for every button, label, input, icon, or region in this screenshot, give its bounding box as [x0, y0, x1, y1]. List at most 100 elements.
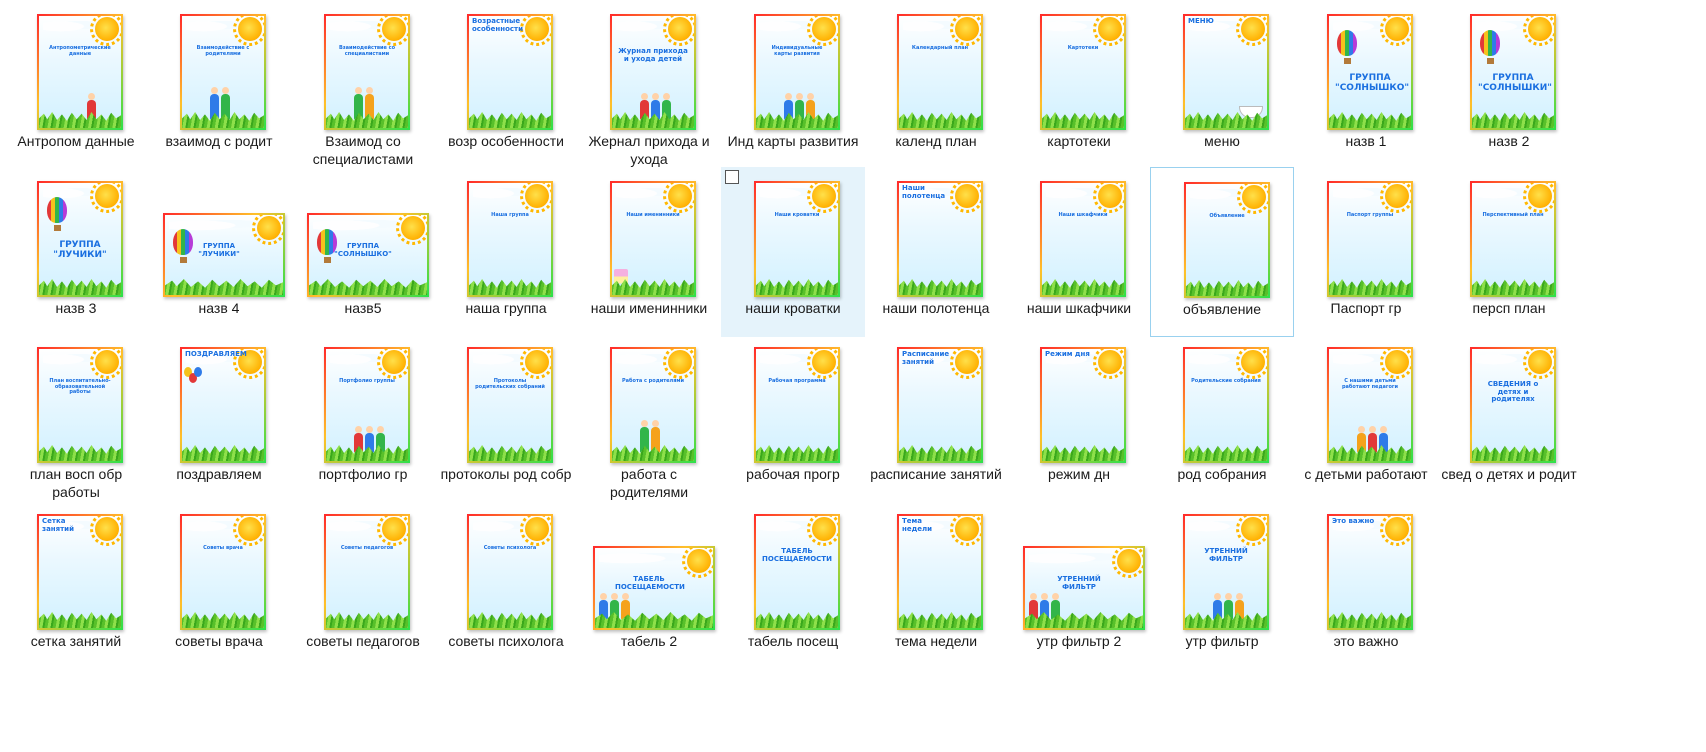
file-item[interactable]: План воспитательно-образовательной работ… [4, 333, 148, 503]
file-name-label[interactable]: советы педагогов [295, 632, 431, 650]
file-name-label[interactable]: Жернал прихода и ухода [581, 132, 717, 168]
file-name-label[interactable]: работа с родителями [581, 465, 717, 501]
file-item[interactable]: ПОЗДРАВЛЯЕМ поздравляем [147, 333, 291, 503]
file-name-label[interactable]: портфолио гр [295, 465, 431, 483]
file-item[interactable]: Паспорт группы Паспорт гр [1294, 167, 1438, 337]
file-name-label[interactable]: Антропом данные [8, 132, 144, 150]
file-name-label[interactable]: поздравляем [151, 465, 287, 483]
file-item[interactable]: Наша группа наша группа [434, 167, 578, 337]
file-item[interactable]: Протоколы родительских собраний протоколы… [434, 333, 578, 503]
file-name-label[interactable]: свед о детях и родит [1441, 465, 1577, 483]
file-name-label[interactable]: объявление [1155, 300, 1289, 318]
file-name-label[interactable]: наша группа [438, 299, 574, 317]
file-item[interactable]: ТАБЕЛЬ ПОСЕЩАЕМОСТИ табель посещ [721, 500, 865, 670]
file-name-label[interactable]: советы врача [151, 632, 287, 650]
file-name-label[interactable]: Инд карты развития [725, 132, 861, 150]
file-name-label[interactable]: расписание занятий [868, 465, 1004, 483]
thumbnail-title: С нашими детьми работают педагоги [1341, 378, 1399, 390]
grass-decoration [1042, 279, 1124, 295]
file-name-label[interactable]: советы психолога [438, 632, 574, 650]
file-name-label[interactable]: род собрания [1154, 465, 1290, 483]
file-name-label[interactable]: персп план [1441, 299, 1577, 317]
file-item[interactable]: Антропометрические данные Антропом данные [4, 0, 148, 170]
file-item[interactable]: Картотеки картотеки [1007, 0, 1151, 170]
file-name-label[interactable]: табель посещ [725, 632, 861, 650]
file-name-label[interactable]: с детьми работают [1298, 465, 1434, 483]
file-item[interactable]: ГРУППА "ЛУЧИКИ" назв 4 [147, 167, 291, 337]
file-item[interactable]: Наши шкафчики наши шкафчики [1007, 167, 1151, 337]
file-name-label[interactable]: рабочая прогр [725, 465, 861, 483]
file-item[interactable]: УТРЕННИЙ ФИЛЬТР утр фильтр 2 [1007, 500, 1151, 670]
file-name-label[interactable]: назв5 [295, 299, 431, 317]
file-name-label[interactable]: Взаимод со специалистами [295, 132, 431, 168]
file-item[interactable]: Советы врача советы врача [147, 500, 291, 670]
file-name-label[interactable]: назв 4 [151, 299, 287, 317]
file-item[interactable]: Работа с родителями работа с родителями [577, 333, 721, 503]
file-thumbnail: Наши именинники [610, 181, 696, 297]
file-name-label[interactable]: наши кроватки [725, 299, 861, 317]
select-checkbox[interactable] [725, 170, 739, 184]
file-item[interactable]: ГРУППА "ЛУЧИКИ" назв 3 [4, 167, 148, 337]
file-item[interactable]: ГРУППА "СОЛНЫШКИ" назв 2 [1437, 0, 1581, 170]
file-item[interactable]: Режим дня режим дн [1007, 333, 1151, 503]
file-item[interactable]: Родительские собрания род собрания [1150, 333, 1294, 503]
file-name-label[interactable]: взаимод с родит [151, 132, 287, 150]
file-item[interactable]: Взаимодействие с родителями взаимод с род… [147, 0, 291, 170]
file-item[interactable]: Индивидуальные карты развития Инд карты р… [721, 0, 865, 170]
grass-decoration [469, 612, 551, 628]
file-item[interactable]: Советы педагогов советы педагогов [291, 500, 435, 670]
file-name-label[interactable]: назв 3 [8, 299, 144, 317]
file-name-label[interactable]: наши полотенца [868, 299, 1004, 317]
file-name-label[interactable]: план восп обр работы [8, 465, 144, 501]
file-name-label[interactable]: назв 1 [1298, 132, 1434, 150]
thumbnail-title: План воспитательно-образовательной работ… [49, 378, 111, 395]
file-item[interactable]: Календарный план календ план [864, 0, 1008, 170]
file-name-label[interactable]: табель 2 [581, 632, 717, 650]
file-item[interactable]: Сетка занятий сетка занятий [4, 500, 148, 670]
file-item[interactable]: Наши именинники наши именинники [577, 167, 721, 337]
file-name-label[interactable]: календ план [868, 132, 1004, 150]
file-item[interactable]: ГРУППА "СОЛНЫШКО" назв5 [291, 167, 435, 337]
file-item[interactable]: Портфолио группы портфолио гр [291, 333, 435, 503]
file-name-label[interactable]: утр фильтр [1154, 632, 1290, 650]
file-name-label[interactable]: наши шкафчики [1011, 299, 1147, 317]
file-name-label[interactable]: меню [1154, 132, 1290, 150]
file-item[interactable]: Перспективный план персп план [1437, 167, 1581, 337]
file-name-label[interactable]: режим дн [1011, 465, 1147, 483]
file-item[interactable]: ТАБЕЛЬ ПОСЕЩАЕМОСТИ табель 2 [577, 500, 721, 670]
file-item[interactable]: Наши кроватки наши кроватки [721, 167, 865, 337]
file-item[interactable]: Расписание занятий расписание занятий [864, 333, 1008, 503]
file-name-label[interactable]: Паспорт гр [1298, 299, 1434, 317]
file-item[interactable]: Возрастные особенности возр особенности [434, 0, 578, 170]
grass-decoration [39, 279, 121, 295]
file-name-label[interactable]: возр особенности [438, 132, 574, 150]
file-item[interactable]: Тема недели тема недели [864, 500, 1008, 670]
file-name-label[interactable]: наши именинники [581, 299, 717, 317]
file-item[interactable]: Советы психолога советы психолога [434, 500, 578, 670]
file-item[interactable]: Это важно это важно [1294, 500, 1438, 670]
hot-air-balloon-icon [1480, 30, 1500, 64]
file-item[interactable]: Рабочая программа рабочая прогр [721, 333, 865, 503]
file-item[interactable]: Журнал прихода и ухода детей Жернал прихо… [577, 0, 721, 170]
file-item[interactable]: С нашими детьми работают педагоги с детьм… [1294, 333, 1438, 503]
file-name-label[interactable]: тема недели [868, 632, 1004, 650]
file-name-label[interactable]: утр фильтр 2 [1011, 632, 1147, 650]
file-name-label[interactable]: назв 2 [1441, 132, 1577, 150]
thumbnail-title: Протоколы родительских собраний [475, 378, 545, 390]
file-name-label[interactable]: это важно [1298, 632, 1434, 650]
file-item[interactable]: УТРЕННИЙ ФИЛЬТР утр фильтр [1150, 500, 1294, 670]
sun-icon [1380, 183, 1411, 213]
file-item[interactable]: Взаимодействие со специалистами Взаимод с… [291, 0, 435, 170]
file-item[interactable]: Объявление объявление [1150, 167, 1294, 337]
file-item[interactable]: ГРУППА "СОЛНЫШКО" назв 1 [1294, 0, 1438, 170]
thumbnail-title: Сетка занятий [42, 517, 74, 533]
file-thumbnail: ГРУППА "ЛУЧИКИ" [163, 213, 285, 297]
file-item[interactable]: Наши полотенца наши полотенца [864, 167, 1008, 337]
file-item[interactable]: МЕНЮ меню [1150, 0, 1294, 170]
file-name-label[interactable]: протоколы род собр [438, 465, 574, 483]
file-name-label[interactable]: картотеки [1011, 132, 1147, 150]
file-thumbnail: С нашими детьми работают педагоги [1327, 347, 1413, 463]
file-item[interactable]: СВЕДЕНИЯ о детях и родителях свед о детях… [1437, 333, 1581, 503]
file-name-label[interactable]: сетка занятий [8, 632, 144, 650]
grass-decoration [469, 112, 551, 128]
